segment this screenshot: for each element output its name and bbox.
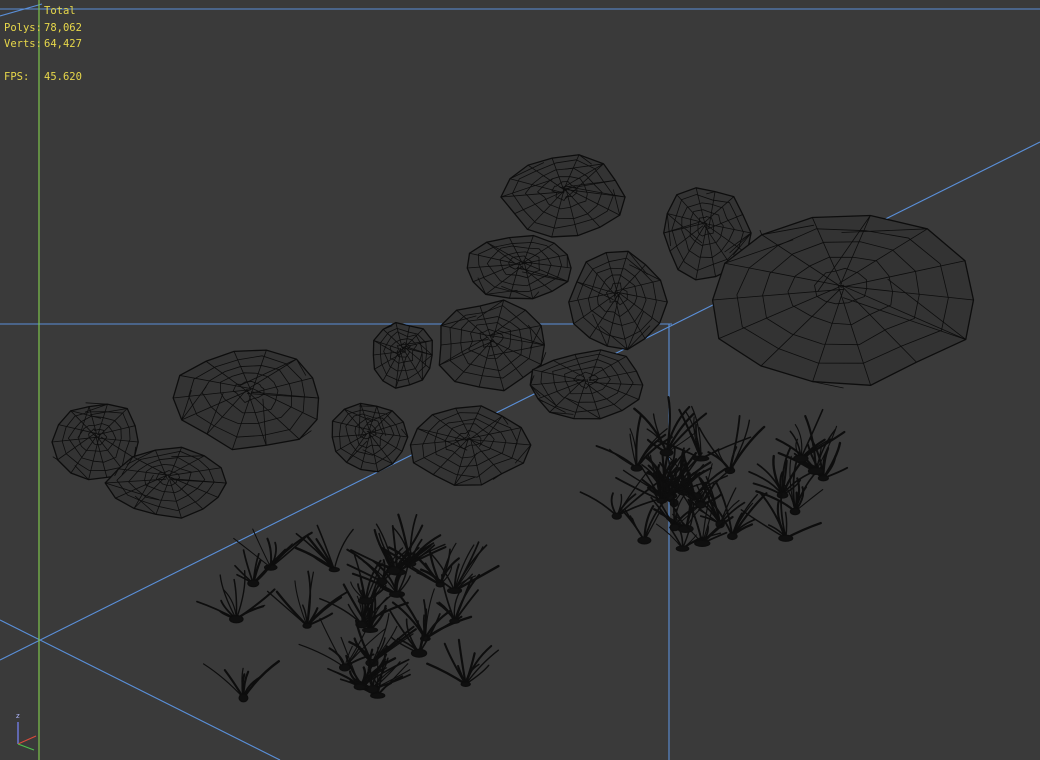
scene-canvas[interactable] (0, 0, 1040, 760)
rock-mesh[interactable] (409, 405, 532, 486)
z-axis-label: z (16, 712, 20, 720)
axis-gizmo: z (10, 712, 46, 752)
stats-polys: Polys: 78,062 (4, 20, 82, 37)
stats-header: Total (4, 3, 82, 20)
fps-value: 45.620 (44, 70, 82, 83)
grid-lines (0, 3, 1040, 760)
polys-value: 78,062 (44, 21, 82, 34)
stats-fps: FPS: 45.620 (4, 69, 82, 86)
rock-mesh[interactable] (500, 154, 626, 238)
stats-overlay: Total Polys: 78,062 Verts: 64,427 FPS: 45.6… (4, 3, 82, 85)
fps-label: FPS: (4, 70, 30, 83)
rock-mesh[interactable] (372, 321, 433, 389)
rock-mesh[interactable] (529, 349, 644, 420)
stats-verts: Verts: 64,427 (4, 36, 82, 53)
rocks-group (51, 154, 975, 519)
rock-mesh[interactable] (711, 214, 975, 389)
viewport-3d[interactable]: Total Polys: 78,062 Verts: 64,427 FPS: 45.6… (0, 0, 1040, 760)
rock-mesh[interactable] (331, 402, 409, 473)
polys-label: Polys: (4, 21, 42, 34)
rock-mesh[interactable] (438, 299, 547, 392)
rock-mesh[interactable] (172, 349, 320, 451)
verts-value: 64,427 (44, 38, 82, 50)
stats-header-text: Total (44, 5, 76, 17)
grass-patch-mesh[interactable] (196, 513, 500, 703)
grass-patch-mesh[interactable] (579, 395, 849, 552)
verts-label: Verts: (4, 38, 42, 50)
rock-mesh[interactable] (466, 234, 572, 300)
